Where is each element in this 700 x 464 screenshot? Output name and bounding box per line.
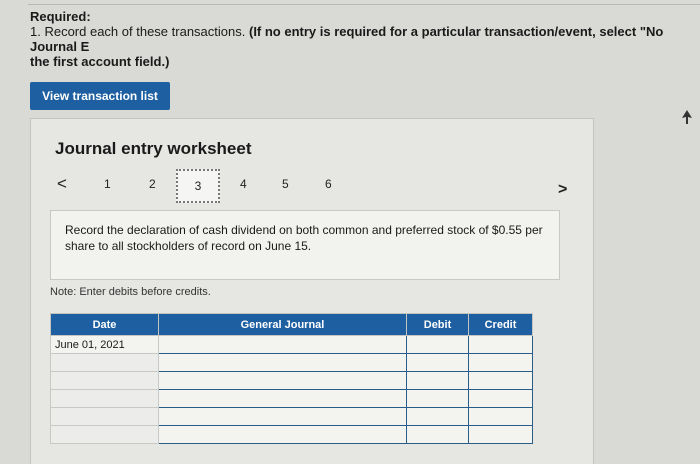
- date-cell[interactable]: [50, 371, 159, 390]
- page-tab-5[interactable]: 5: [282, 177, 289, 191]
- required-instructions: Required: 1. Record each of these transa…: [30, 9, 700, 69]
- debit-input[interactable]: [406, 353, 469, 372]
- page-tab-3-active[interactable]: 3: [176, 169, 220, 203]
- date-column-header: Date: [50, 313, 159, 336]
- account-input[interactable]: [158, 353, 407, 372]
- credit-input[interactable]: [468, 371, 533, 390]
- account-input[interactable]: [158, 407, 407, 426]
- account-input[interactable]: [158, 335, 407, 354]
- credit-input[interactable]: [468, 335, 533, 354]
- credit-input[interactable]: [468, 389, 533, 408]
- credit-column-header: Credit: [468, 313, 533, 336]
- page-tab-4[interactable]: 4: [240, 177, 247, 191]
- instruction-text: 1. Record each of these transactions.: [30, 24, 246, 39]
- table-header-row: Date General Journal Debit Credit: [50, 313, 533, 336]
- transaction-description: Record the declaration of cash dividend …: [65, 223, 543, 253]
- credit-input[interactable]: [468, 425, 533, 444]
- date-cell[interactable]: [50, 353, 159, 372]
- table-row: [50, 353, 533, 372]
- credit-input[interactable]: [468, 407, 533, 426]
- account-input[interactable]: [158, 425, 407, 444]
- transaction-description-box: Record the declaration of cash dividend …: [50, 210, 560, 280]
- worksheet-title: Journal entry worksheet: [55, 139, 252, 158]
- table-row: June 01, 2021: [50, 335, 533, 354]
- date-cell[interactable]: [50, 389, 159, 408]
- page-tab-1[interactable]: 1: [104, 177, 111, 191]
- table-row: [50, 389, 533, 408]
- debit-column-header: Debit: [406, 313, 469, 336]
- date-cell[interactable]: [50, 425, 159, 444]
- table-row: [50, 407, 533, 426]
- table-row: [50, 371, 533, 390]
- journal-entry-table: Date General Journal Debit Credit June 0…: [50, 313, 533, 444]
- debit-input[interactable]: [406, 425, 469, 444]
- next-page-button[interactable]: >: [558, 181, 567, 199]
- general-journal-column-header: General Journal: [158, 313, 407, 336]
- credit-input[interactable]: [468, 353, 533, 372]
- view-transaction-list-button[interactable]: View transaction list: [30, 82, 170, 110]
- account-input[interactable]: [158, 389, 407, 408]
- date-cell[interactable]: [50, 407, 159, 426]
- journal-entry-worksheet: Journal entry worksheet < 1 2 3 4 5 6 > …: [30, 118, 594, 464]
- debit-input[interactable]: [406, 335, 469, 354]
- debit-input[interactable]: [406, 389, 469, 408]
- entry-note: Note: Enter debits before credits.: [50, 286, 211, 298]
- debit-input[interactable]: [406, 407, 469, 426]
- prev-page-button[interactable]: <: [57, 174, 67, 194]
- date-cell[interactable]: June 01, 2021: [50, 335, 159, 354]
- account-input[interactable]: [158, 371, 407, 390]
- mouse-cursor-icon: [682, 110, 692, 124]
- required-label: Required:: [30, 9, 91, 24]
- top-divider: [28, 4, 700, 5]
- page-tab-6[interactable]: 6: [325, 177, 332, 191]
- instruction-bold-text-line2: the first account field.): [30, 54, 170, 69]
- table-row: [50, 425, 533, 444]
- debit-input[interactable]: [406, 371, 469, 390]
- page-tab-2[interactable]: 2: [149, 177, 156, 191]
